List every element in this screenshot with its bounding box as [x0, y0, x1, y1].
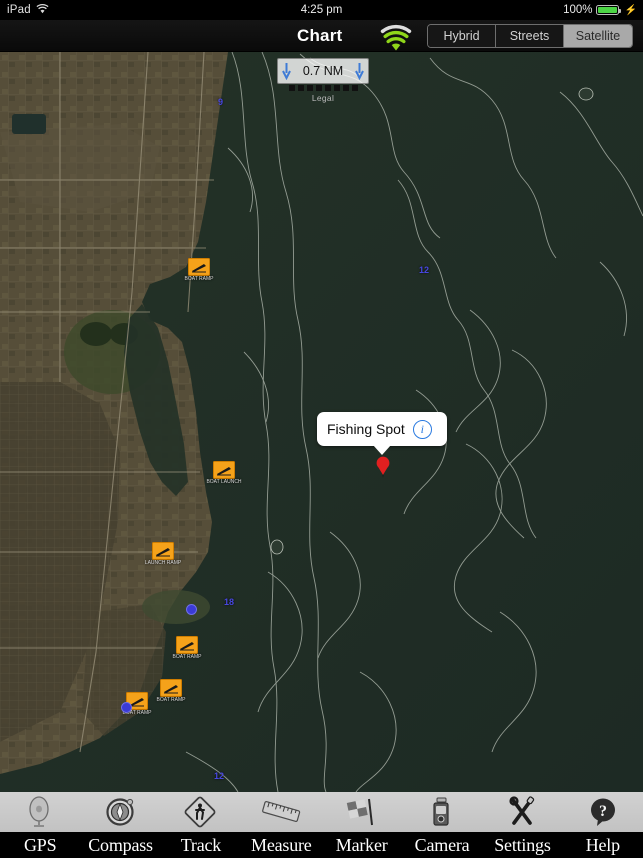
waypoint-dot[interactable]: [121, 702, 132, 713]
callout-box[interactable]: Fishing Spot i: [317, 412, 447, 446]
lightning-bolt-icon: ⚡: [624, 4, 637, 16]
depth-sounding: 12: [419, 265, 430, 275]
toolbar-button-settings[interactable]: [482, 792, 562, 832]
poi-label: LAUNCH RAMP: [144, 560, 182, 566]
svg-text:?: ?: [599, 803, 607, 820]
poi-boat-ramp[interactable]: BOAT RAMP: [185, 258, 214, 282]
toolbar-label-row: GPS Compass Track Measure Marker Camera …: [0, 832, 643, 858]
satellite-dish-icon: [29, 796, 49, 827]
down-arrow-icon: [282, 63, 291, 80]
depth-sounding: 9: [218, 97, 224, 107]
map-type-segmented-control[interactable]: Hybrid Streets Satellite: [427, 24, 633, 48]
map-canvas[interactable]: 0.7 NM Legal BOAT RAMP BOAT LAUNCH LAUNC…: [0, 52, 643, 792]
toolbar-button-gps[interactable]: [0, 792, 80, 832]
question-bubble-icon: ?: [590, 798, 615, 826]
legal-label: Legal: [311, 93, 335, 103]
gps-signal-strength-icon[interactable]: [378, 19, 414, 55]
checkered-flag-icon: [346, 798, 373, 826]
page-title: Chart: [297, 26, 343, 45]
toolbar-label-help[interactable]: Help: [563, 835, 643, 856]
toolbar-button-help[interactable]: ?: [563, 792, 643, 832]
toolbar-label-compass[interactable]: Compass: [80, 835, 160, 856]
toolbar-button-camera[interactable]: [402, 792, 482, 832]
bottom-toolbar: ? GPS Compass Track Measure Marker Camer…: [0, 792, 643, 858]
poi-boat-ramp[interactable]: BOAT LAUNCH: [206, 461, 242, 485]
waypoint-dot[interactable]: [186, 604, 197, 615]
map-callout[interactable]: Fishing Spot i: [317, 412, 447, 455]
boat-ramp-icon: [188, 258, 210, 276]
toolbar-label-marker[interactable]: Marker: [322, 835, 402, 856]
callout-title: Fishing Spot: [327, 421, 405, 437]
pedestrian-sign-icon: [184, 796, 216, 828]
battery-icon: [595, 5, 621, 15]
toolbar-icon-row: ?: [0, 792, 643, 832]
poi-boat-ramp[interactable]: BOAT RAMP: [173, 636, 202, 660]
info-circle-icon[interactable]: i: [412, 419, 432, 439]
camcorder-icon: [433, 797, 449, 826]
poi-boat-ramp[interactable]: BOAT RAMP: [157, 679, 186, 703]
poi-label: BOAT RAMP: [172, 654, 202, 660]
toolbar-button-compass[interactable]: [80, 792, 160, 832]
scale-bar-ticks: [277, 85, 369, 91]
toolbar-button-measure[interactable]: [241, 792, 321, 832]
segment-streets[interactable]: Streets: [496, 25, 564, 47]
scale-bar-box: 0.7 NM: [277, 58, 369, 84]
poi-boat-ramp[interactable]: LAUNCH RAMP: [145, 542, 181, 566]
status-bar: iPad 4:25 pm 100% ⚡: [0, 0, 643, 20]
boat-ramp-icon: [176, 636, 198, 654]
toolbar-label-track[interactable]: Track: [161, 835, 241, 856]
callout-tail: [373, 445, 391, 455]
toolbar-label-camera[interactable]: Camera: [402, 835, 482, 856]
ruler-icon: [262, 801, 301, 823]
depth-sounding: 18: [224, 597, 235, 607]
compass-icon: [105, 798, 134, 826]
boat-ramp-icon: [152, 542, 174, 560]
wrench-screwdriver-icon: [509, 796, 535, 825]
boat-ramp-icon: [213, 461, 235, 479]
navigation-bar: Chart Hybrid Streets Satellite: [0, 20, 643, 52]
status-bar-right: 100% ⚡: [563, 4, 637, 16]
battery-percent: 100%: [563, 4, 593, 16]
segment-satellite[interactable]: Satellite: [564, 25, 632, 47]
poi-label: BOAT RAMP: [156, 697, 186, 703]
toolbar-label-gps[interactable]: GPS: [0, 835, 80, 856]
status-bar-clock: 4:25 pm: [300, 4, 343, 16]
down-arrow-icon: [355, 63, 364, 80]
toolbar-button-marker[interactable]: [322, 792, 402, 832]
toolbar-label-measure[interactable]: Measure: [241, 835, 321, 856]
map-pin-icon[interactable]: [375, 456, 391, 478]
poi-label: BOAT LAUNCH: [206, 479, 242, 485]
depth-sounding: 12: [214, 771, 225, 781]
scale-value: 0.7 NM: [302, 64, 344, 78]
segment-hybrid[interactable]: Hybrid: [428, 25, 496, 47]
scale-bar: 0.7 NM Legal: [277, 58, 369, 103]
app-root: iPad 4:25 pm 100% ⚡ Chart Hybrid Streets…: [0, 0, 643, 858]
toolbar-button-track[interactable]: [161, 792, 241, 832]
poi-label: BOAT RAMP: [184, 276, 214, 282]
boat-ramp-icon: [160, 679, 182, 697]
toolbar-label-settings[interactable]: Settings: [482, 835, 562, 856]
